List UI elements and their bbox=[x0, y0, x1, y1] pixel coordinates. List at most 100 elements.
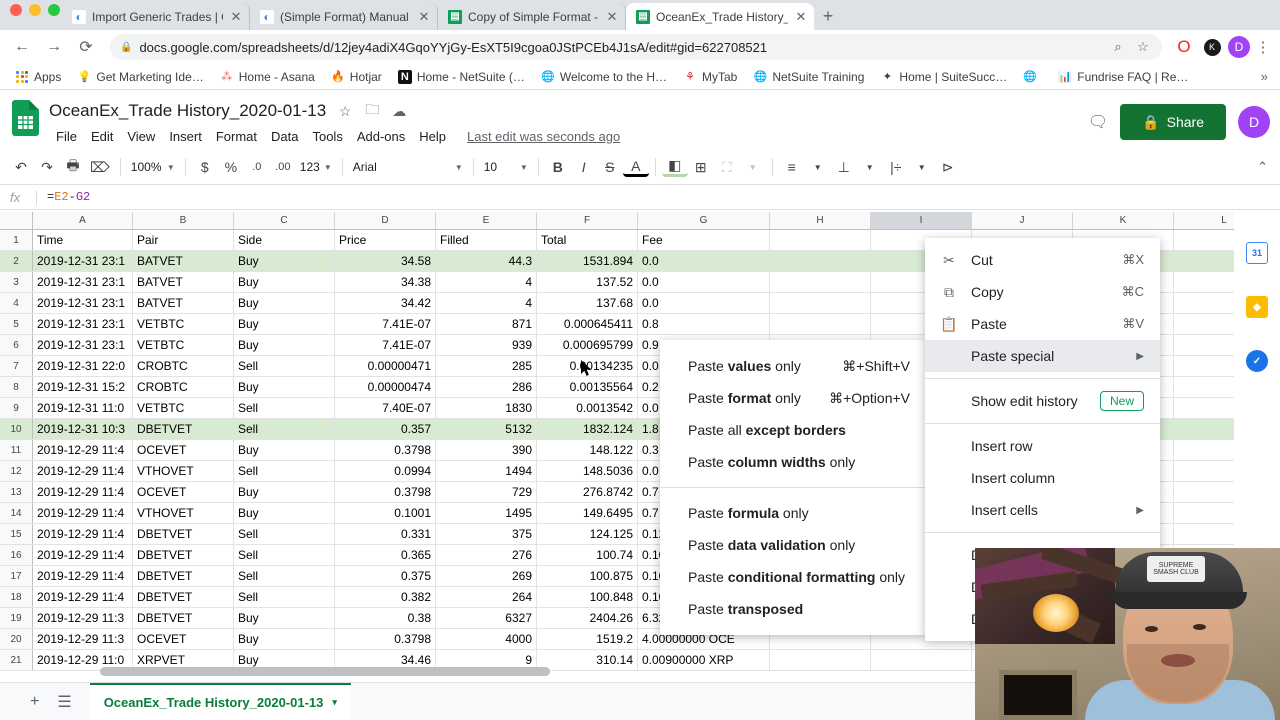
grid-cell[interactable]: Buy bbox=[234, 272, 335, 292]
grid-cell[interactable]: 4000 bbox=[436, 629, 537, 649]
grid-cell[interactable] bbox=[770, 293, 871, 313]
grid-cell[interactable] bbox=[770, 230, 871, 250]
grid-cell[interactable] bbox=[770, 314, 871, 334]
print-button[interactable]: 🖶 bbox=[60, 154, 86, 180]
browser-tab-2[interactable]: ◐ (Simple Format) Manual Exchan ✕ bbox=[250, 3, 438, 30]
grid-cell[interactable]: 100.875 bbox=[537, 566, 638, 586]
menu-data[interactable]: Data bbox=[264, 126, 305, 147]
grid-cell[interactable]: 871 bbox=[436, 314, 537, 334]
paste-special-item-formula[interactable]: Paste formula only bbox=[660, 497, 926, 529]
row-header[interactable]: 8 bbox=[0, 377, 33, 397]
currency-format-button[interactable]: $ bbox=[192, 154, 218, 180]
number-format-selector[interactable]: 123 ▼ bbox=[296, 155, 336, 179]
new-tab-button[interactable]: + bbox=[814, 3, 842, 30]
grid-cell[interactable]: 0.3798 bbox=[335, 482, 436, 502]
grid-cell[interactable]: 0.8 bbox=[638, 314, 770, 334]
grid-cell[interactable]: 4 bbox=[436, 272, 537, 292]
row-header[interactable]: 5 bbox=[0, 314, 33, 334]
grid-cell[interactable]: Buy bbox=[234, 335, 335, 355]
opera-icon[interactable]: O bbox=[1172, 35, 1196, 59]
grid-cell[interactable] bbox=[770, 272, 871, 292]
column-header-H[interactable]: H bbox=[770, 212, 871, 229]
borders-icon[interactable]: ⊞ bbox=[688, 154, 714, 180]
grid-cell[interactable] bbox=[770, 251, 871, 271]
grid-cell[interactable]: 1830 bbox=[436, 398, 537, 418]
row-header[interactable]: 14 bbox=[0, 503, 33, 523]
star-icon[interactable]: ☆ bbox=[337, 103, 353, 120]
grid-cell[interactable]: 0.00900000 XRP bbox=[638, 650, 770, 670]
grid-cell[interactable]: 264 bbox=[436, 587, 537, 607]
paste-special-item-except-borders[interactable]: Paste all except borders bbox=[660, 414, 926, 446]
grid-cell[interactable]: 1494 bbox=[436, 461, 537, 481]
row-header[interactable]: 4 bbox=[0, 293, 33, 313]
grid-cell[interactable]: Buy bbox=[234, 503, 335, 523]
grid-cell[interactable]: 2019-12-31 15:2 bbox=[33, 377, 133, 397]
row-header[interactable]: 7 bbox=[0, 356, 33, 376]
row-header[interactable]: 17 bbox=[0, 566, 33, 586]
font-size-selector[interactable]: 10 ▼ bbox=[480, 155, 532, 179]
grid-cell[interactable]: 100.74 bbox=[537, 545, 638, 565]
bookmark-asana[interactable]: ⁂ Home - Asana bbox=[213, 67, 322, 87]
grid-cell[interactable] bbox=[770, 650, 871, 670]
column-header-A[interactable]: A bbox=[33, 212, 133, 229]
grid-cell[interactable]: VETBTC bbox=[133, 314, 234, 334]
grid-cell[interactable]: 0.0 bbox=[638, 251, 770, 271]
grid-cell[interactable]: 44.3 bbox=[436, 251, 537, 271]
context-menu-item-insert-row[interactable]: Insert row bbox=[925, 430, 1160, 462]
account-avatar[interactable]: D bbox=[1238, 106, 1270, 138]
grid-cell[interactable]: 2019-12-29 11:3 bbox=[33, 608, 133, 628]
grid-cell[interactable]: 0.1001 bbox=[335, 503, 436, 523]
bookmark-netsuite[interactable]: N Home - NetSuite (… bbox=[391, 67, 532, 87]
percent-format-button[interactable]: % bbox=[218, 154, 244, 180]
context-menu-item-cut[interactable]: ✂ Cut ⌘X bbox=[925, 244, 1160, 276]
italic-button[interactable]: I bbox=[571, 154, 597, 180]
grid-cell[interactable]: 6327 bbox=[436, 608, 537, 628]
browser-tab-4-active[interactable]: ▤ OceanEx_Trade History_2020-0 ✕ bbox=[626, 3, 814, 30]
chevron-down-icon[interactable]: ▾ bbox=[332, 697, 337, 708]
grid-cell[interactable]: Time bbox=[33, 230, 133, 250]
close-window-button[interactable] bbox=[10, 4, 22, 16]
grid-cell[interactable]: 285 bbox=[436, 356, 537, 376]
context-menu-item-insert-column[interactable]: Insert column bbox=[925, 462, 1160, 494]
column-header-I-selected[interactable]: I bbox=[871, 212, 972, 229]
grid-cell[interactable]: 0.38 bbox=[335, 608, 436, 628]
select-all-corner[interactable] bbox=[0, 212, 33, 229]
grid-cell[interactable]: Filled bbox=[436, 230, 537, 250]
text-rotation-icon[interactable]: ⊳ bbox=[935, 154, 961, 180]
grid-cell[interactable]: 269 bbox=[436, 566, 537, 586]
grid-cell[interactable]: 0.0 bbox=[638, 293, 770, 313]
column-header-G[interactable]: G bbox=[638, 212, 770, 229]
decrease-decimal-button[interactable]: .0 bbox=[244, 154, 270, 180]
grid-cell[interactable]: 2019-12-29 11:4 bbox=[33, 440, 133, 460]
all-sheets-list-icon[interactable]: ☰ bbox=[57, 692, 71, 712]
bookmark-netsuite-training[interactable]: 🌐 NetSuite Training bbox=[746, 67, 871, 87]
merge-cells-icon[interactable]: ⛶ bbox=[714, 154, 740, 180]
grid-cell[interactable]: 0.00000471 bbox=[335, 356, 436, 376]
grid-cell[interactable]: 7.41E-07 bbox=[335, 335, 436, 355]
star-icon[interactable]: ☆ bbox=[1134, 39, 1152, 55]
sheet-tab-active[interactable]: OceanEx_Trade History_2020-01-13 ▾ bbox=[89, 682, 351, 720]
column-header-C[interactable]: C bbox=[234, 212, 335, 229]
grid-cell[interactable]: 0.00000474 bbox=[335, 377, 436, 397]
grid-cell[interactable]: 2019-12-29 11:3 bbox=[33, 629, 133, 649]
chevron-up-icon[interactable]: ⌃ bbox=[1257, 159, 1268, 175]
grid-cell[interactable]: 137.52 bbox=[537, 272, 638, 292]
grid-cell[interactable]: Buy bbox=[234, 482, 335, 502]
row-header[interactable]: 16 bbox=[0, 545, 33, 565]
reload-button[interactable]: ⟳ bbox=[72, 33, 100, 61]
grid-cell[interactable]: 729 bbox=[436, 482, 537, 502]
context-menu-item-insert-cells[interactable]: Insert cells ▶ bbox=[925, 494, 1160, 526]
grid-cell[interactable]: 2404.26 bbox=[537, 608, 638, 628]
grid-cell[interactable]: 0.0994 bbox=[335, 461, 436, 481]
chevron-down-icon[interactable]: ▼ bbox=[909, 154, 935, 180]
grid-cell[interactable]: BATVET bbox=[133, 293, 234, 313]
grid-cell[interactable]: 939 bbox=[436, 335, 537, 355]
close-tab-icon[interactable]: ✕ bbox=[605, 9, 619, 25]
paste-special-item-transposed[interactable]: Paste transposed bbox=[660, 593, 926, 625]
grid-cell[interactable]: 0.331 bbox=[335, 524, 436, 544]
grid-cell[interactable]: Sell bbox=[234, 356, 335, 376]
row-header[interactable]: 21 bbox=[0, 650, 33, 670]
grid-cell[interactable]: 0.3798 bbox=[335, 629, 436, 649]
grid-cell[interactable]: 0.000695799 bbox=[537, 335, 638, 355]
grid-cell[interactable]: OCEVET bbox=[133, 629, 234, 649]
